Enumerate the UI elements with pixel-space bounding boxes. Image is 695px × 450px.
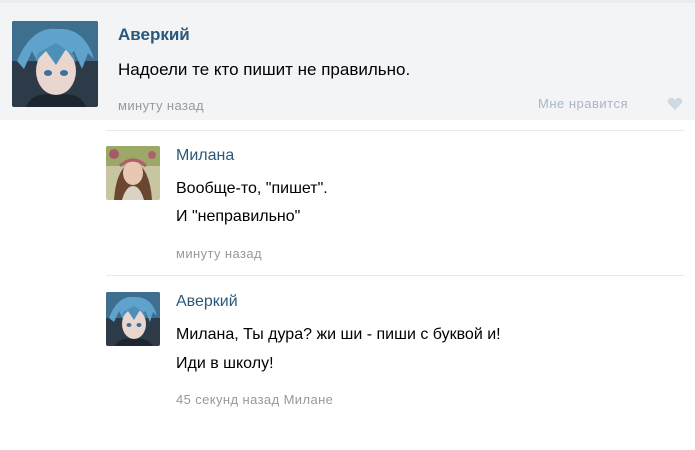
comment-line: И "неправильно" [176, 208, 301, 225]
comment-line: Вообще-то, "пишет". [176, 180, 328, 197]
avatar-image [106, 146, 160, 200]
like-label: Мне нравится [538, 96, 629, 111]
post-author[interactable]: Аверкий [118, 25, 190, 45]
divider [106, 130, 684, 131]
divider [106, 275, 684, 276]
post: Аверкий Надоели те кто пишит не правильн… [0, 3, 695, 120]
comment-time[interactable]: минуту назад [176, 246, 262, 261]
comment-time[interactable]: 45 секунд назад Милане [176, 392, 333, 407]
comment-line: Милана, Ты дура? жи ши - пиши с буквой и… [176, 326, 501, 343]
comment-author[interactable]: Аверкий [176, 293, 238, 311]
comment-author[interactable]: Милана [176, 147, 234, 165]
post-text: Надоели те кто пишит не правильно. [118, 60, 411, 79]
avatar[interactable] [12, 21, 98, 107]
avatar[interactable] [106, 146, 160, 200]
heart-icon[interactable] [667, 97, 683, 111]
avatar-image [12, 21, 98, 107]
like-button[interactable]: Мне нравится [538, 96, 628, 111]
avatar[interactable] [106, 292, 160, 346]
avatar-image [106, 292, 160, 346]
comment-line: Иди в школу! [176, 355, 274, 372]
post-time[interactable]: минуту назад [118, 98, 204, 113]
